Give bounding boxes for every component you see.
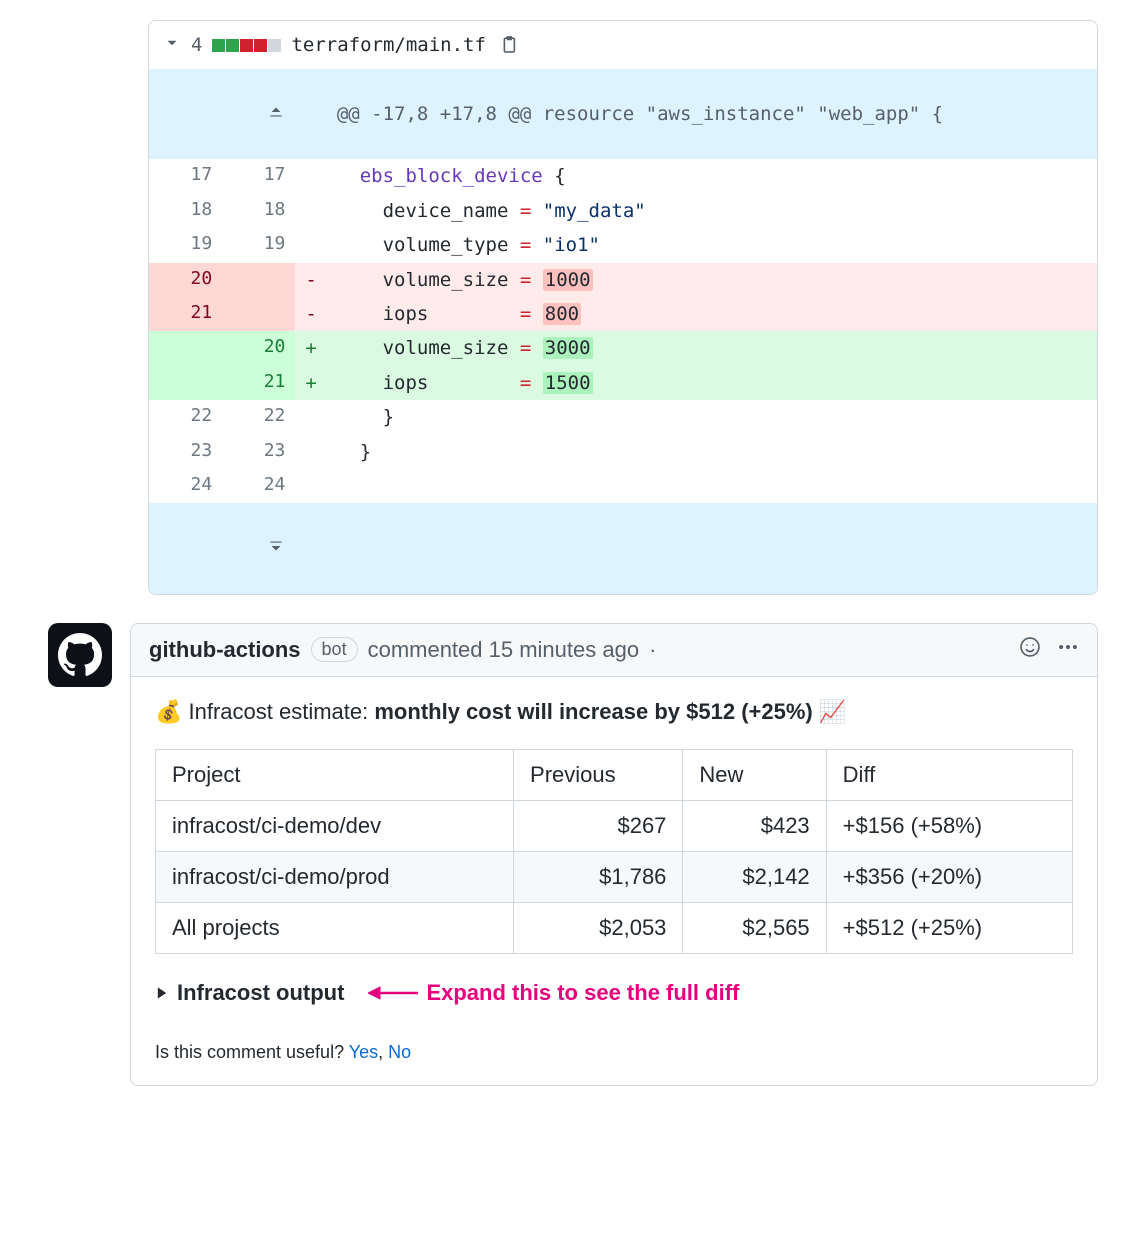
comment-author[interactable]: github-actions (149, 637, 301, 663)
diff-line: 1818 device_name = "my_data" (149, 194, 1097, 228)
collapse-file-icon[interactable] (163, 34, 181, 57)
feedback-prompt: Is this comment useful? Yes, No (155, 1042, 1073, 1063)
diff-line: 1919 volume_type = "io1" (149, 228, 1097, 262)
col-new: New (683, 749, 826, 800)
col-previous: Previous (514, 749, 683, 800)
cost-headline: 💰 Infracost estimate: monthly cost will … (155, 699, 1073, 725)
diff-line-deleted: 20- volume_size = 1000 (149, 263, 1097, 297)
infracost-output-toggle[interactable]: Infracost output (155, 980, 344, 1006)
diff-file-box: 4 terraform/main.tf @@ -17,8 +17,8 @@ re… (148, 20, 1098, 595)
comment-body: 💰 Infracost estimate: monthly cost will … (131, 677, 1097, 1085)
emoji-reaction-icon[interactable] (1019, 636, 1041, 664)
diff-line: 1717 ebs_block_device { (149, 159, 1097, 193)
diff-line: 2222 } (149, 400, 1097, 434)
comment-header: github-actions bot commented 15 minutes … (131, 624, 1097, 677)
copy-path-icon[interactable] (496, 31, 524, 59)
separator-dot: · (649, 637, 656, 663)
kebab-menu-icon[interactable] (1057, 636, 1079, 664)
chart-emoji: 📈 (813, 699, 847, 724)
diff-line-added: 21+ iops = 1500 (149, 366, 1097, 400)
feedback-no-link[interactable]: No (388, 1042, 411, 1062)
github-icon (58, 633, 102, 677)
disclosure-triangle-icon (155, 986, 169, 1000)
comment-box: github-actions bot commented 15 minutes … (130, 623, 1098, 1086)
bot-badge: bot (311, 637, 358, 662)
diff-line-deleted: 21- iops = 800 (149, 297, 1097, 331)
cost-table: Project Previous New Diff infracost/ci-d… (155, 749, 1073, 954)
github-avatar[interactable] (48, 623, 112, 687)
diff-line: 2424 (149, 469, 1097, 503)
diff-line-added: 20+ volume_size = 3000 (149, 331, 1097, 365)
hunk-expand-up[interactable]: @@ -17,8 +17,8 @@ resource "aws_instance… (149, 69, 1097, 159)
diff-table: @@ -17,8 +17,8 @@ resource "aws_instance… (149, 69, 1097, 594)
change-count: 4 (191, 34, 202, 56)
annotation-callout: Expand this to see the full diff (368, 980, 739, 1006)
table-row: infracost/ci-demo/prod $1,786 $2,142 +$3… (156, 851, 1073, 902)
hunk-expand-down[interactable] (149, 503, 1097, 593)
diff-stat-squares (212, 39, 281, 52)
hunk-header: @@ -17,8 +17,8 @@ resource "aws_instance… (327, 69, 1097, 159)
comment-timestamp: commented 15 minutes ago (368, 637, 640, 663)
col-project: Project (156, 749, 514, 800)
col-diff: Diff (826, 749, 1072, 800)
money-emoji: 💰 (155, 699, 182, 724)
diff-filename[interactable]: terraform/main.tf (291, 34, 485, 56)
table-row: All projects $2,053 $2,565 +$512 (+25%) (156, 902, 1073, 953)
diff-line: 2323 } (149, 435, 1097, 469)
diff-file-header: 4 terraform/main.tf (149, 21, 1097, 69)
arrow-left-icon (368, 985, 418, 1001)
table-row: infracost/ci-demo/dev $267 $423 +$156 (+… (156, 800, 1073, 851)
feedback-yes-link[interactable]: Yes (349, 1042, 378, 1062)
